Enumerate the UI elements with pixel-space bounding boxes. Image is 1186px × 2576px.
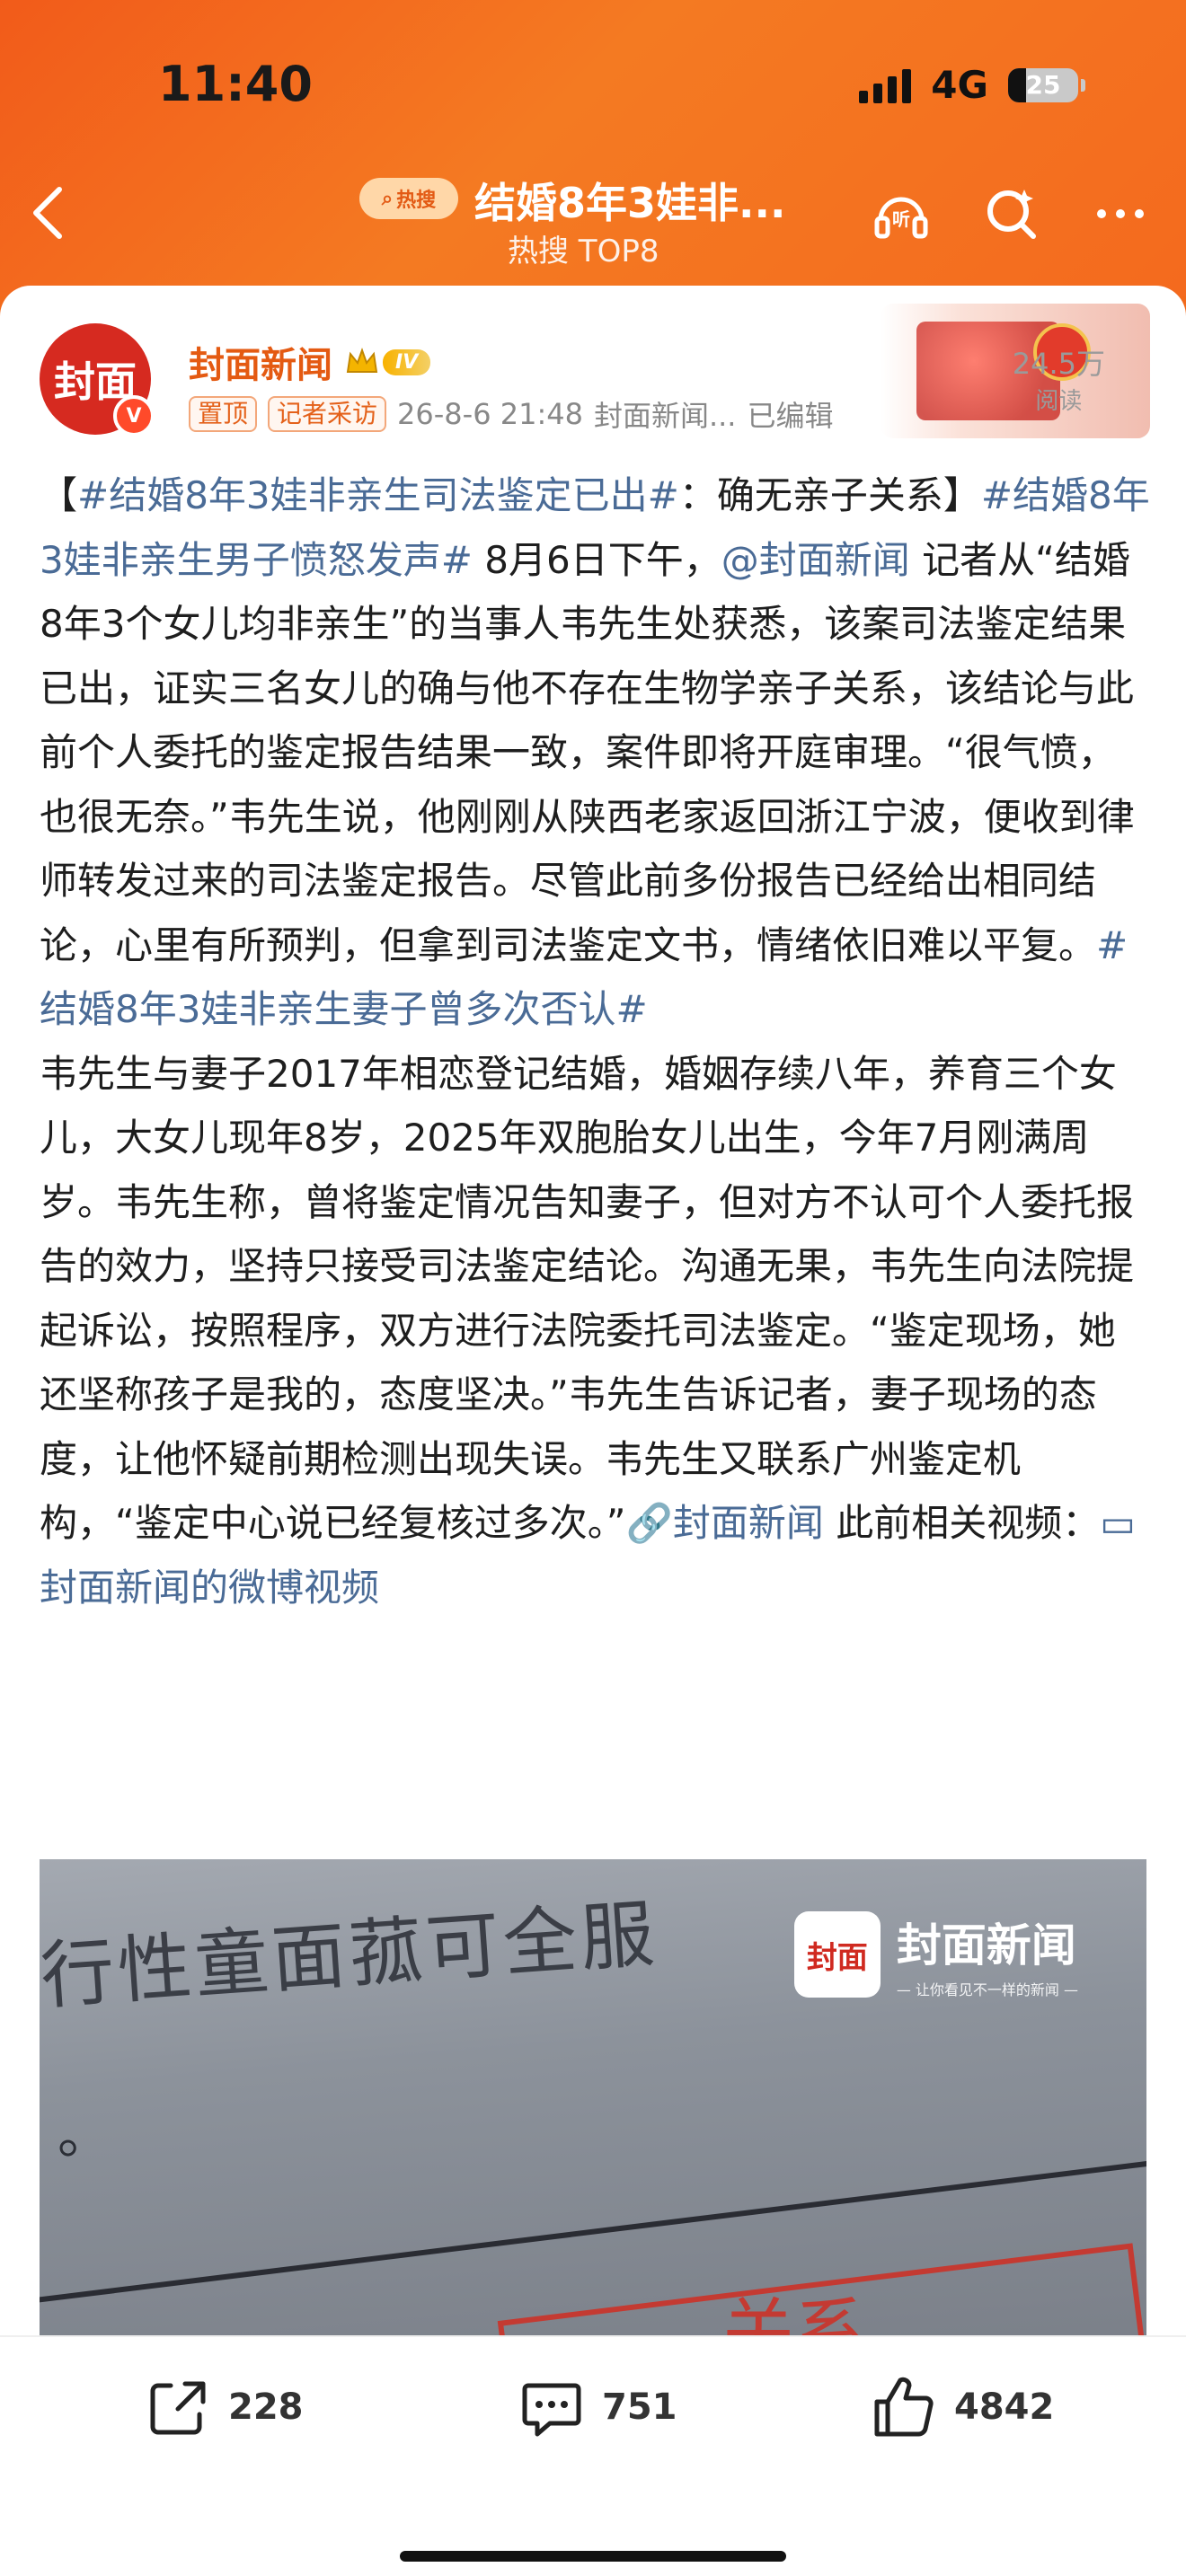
post-card: 24.5万 阅读 封面 V 封面新闻 IV 置顶 记者采访 26-8-6 21:… bbox=[0, 286, 1186, 2576]
chevron-left-icon bbox=[33, 187, 62, 239]
watermark-logo: 封面 bbox=[793, 1911, 881, 1998]
paragraph-2: 韦先生与妻子2017年相恋登记结婚，婚姻存续八年，养育三个女儿，大女儿现年8岁，… bbox=[40, 1051, 1136, 1610]
back-button[interactable] bbox=[27, 184, 66, 242]
battery-level: 25 bbox=[1025, 70, 1061, 100]
listen-button[interactable]: 听 bbox=[872, 184, 931, 243]
page-title: 结婚8年3娃非... bbox=[474, 179, 786, 227]
hot-search-badge: ⌕ 热搜 bbox=[359, 178, 458, 219]
pinned-tag: 置顶 bbox=[189, 396, 258, 432]
post-content: 【#结婚8年3娃非亲生司法鉴定已出#：确无亲子关系】#结婚8年3娃非亲生男子愤怒… bbox=[40, 463, 1150, 1619]
search-spark-icon bbox=[987, 190, 1036, 239]
more-icon bbox=[1097, 209, 1144, 218]
search-icon: ⌕ bbox=[381, 187, 394, 210]
source-link[interactable]: 🔗封面新闻 bbox=[626, 1501, 824, 1545]
comment-icon bbox=[522, 2383, 581, 2437]
more-button[interactable] bbox=[1091, 184, 1150, 243]
status-icons: 4G 25 bbox=[859, 63, 1085, 107]
repost-count: 228 bbox=[228, 2386, 304, 2428]
avatar[interactable]: 封面 V bbox=[40, 323, 155, 437]
member-level-badge[interactable]: IV bbox=[345, 347, 431, 377]
post-source: 封面新闻... bbox=[593, 399, 737, 433]
comment-count: 751 bbox=[602, 2386, 677, 2428]
link-icon: 🔗 bbox=[625, 1501, 673, 1545]
status-time: 11:40 bbox=[158, 56, 313, 112]
photo-document-text: 行性童面菰可全服 bbox=[40, 1892, 661, 2020]
headphones-icon: 听 bbox=[874, 197, 928, 239]
like-count: 4842 bbox=[954, 2386, 1055, 2428]
paragraph-1: 【#结婚8年3娃非亲生司法鉴定已出#：确无亲子关系】#结婚8年3娃非亲生男子愤怒… bbox=[40, 473, 1150, 1031]
video-icon: ▭ bbox=[1100, 1501, 1136, 1545]
reporter-tag: 记者采访 bbox=[268, 396, 387, 432]
post-meta: 置顶 记者采访 26-8-6 21:48 封面新闻... 已编辑 bbox=[189, 393, 834, 435]
battery-icon: 25 bbox=[1008, 67, 1085, 102]
photo-stamp-text: 关系 bbox=[722, 2290, 866, 2344]
author-name[interactable]: 封面新闻 bbox=[189, 336, 332, 388]
nav-actions: 听 bbox=[872, 184, 1150, 243]
author-line: 封面新闻 IV bbox=[189, 336, 431, 388]
network-type: 4G bbox=[931, 63, 988, 107]
hashtag-link[interactable]: #结婚8年3娃非亲生司法鉴定已出# bbox=[77, 473, 679, 517]
action-bar: 228 751 4842 bbox=[0, 2335, 1186, 2517]
read-count: 24.5万 阅读 bbox=[1012, 347, 1105, 415]
signal-icon bbox=[859, 67, 912, 103]
mention-link[interactable]: @封面新闻 bbox=[721, 538, 910, 582]
verified-badge-icon: V bbox=[113, 395, 155, 437]
watermark: 封面 封面新闻 — 让你看见不一样的新闻 — bbox=[793, 1910, 1078, 1999]
top-header: 11:40 4G 25 ⌕ 热搜 结婚8年3娃非... 热搜 TOP8 听 bbox=[0, 0, 1186, 296]
thumbs-up-icon bbox=[874, 2377, 934, 2437]
search-button[interactable] bbox=[981, 184, 1040, 243]
edited-label: 已编辑 bbox=[747, 399, 834, 433]
page-subtitle: 热搜 TOP8 bbox=[508, 234, 659, 269]
share-icon bbox=[150, 2381, 206, 2435]
repost-button[interactable]: 228 bbox=[144, 2373, 304, 2441]
post-image[interactable]: 行性童面菰可全服 。 关系 封面 封面新闻 — 让你看见不一样的新闻 — bbox=[40, 1859, 1146, 2344]
like-button[interactable]: 4842 bbox=[870, 2373, 1054, 2441]
home-indicator[interactable] bbox=[400, 2551, 786, 2562]
post-timestamp: 26-8-6 21:48 bbox=[397, 397, 583, 431]
svg-text:听: 听 bbox=[892, 208, 910, 230]
comment-button[interactable]: 751 bbox=[518, 2373, 677, 2441]
crown-icon bbox=[346, 348, 378, 373]
